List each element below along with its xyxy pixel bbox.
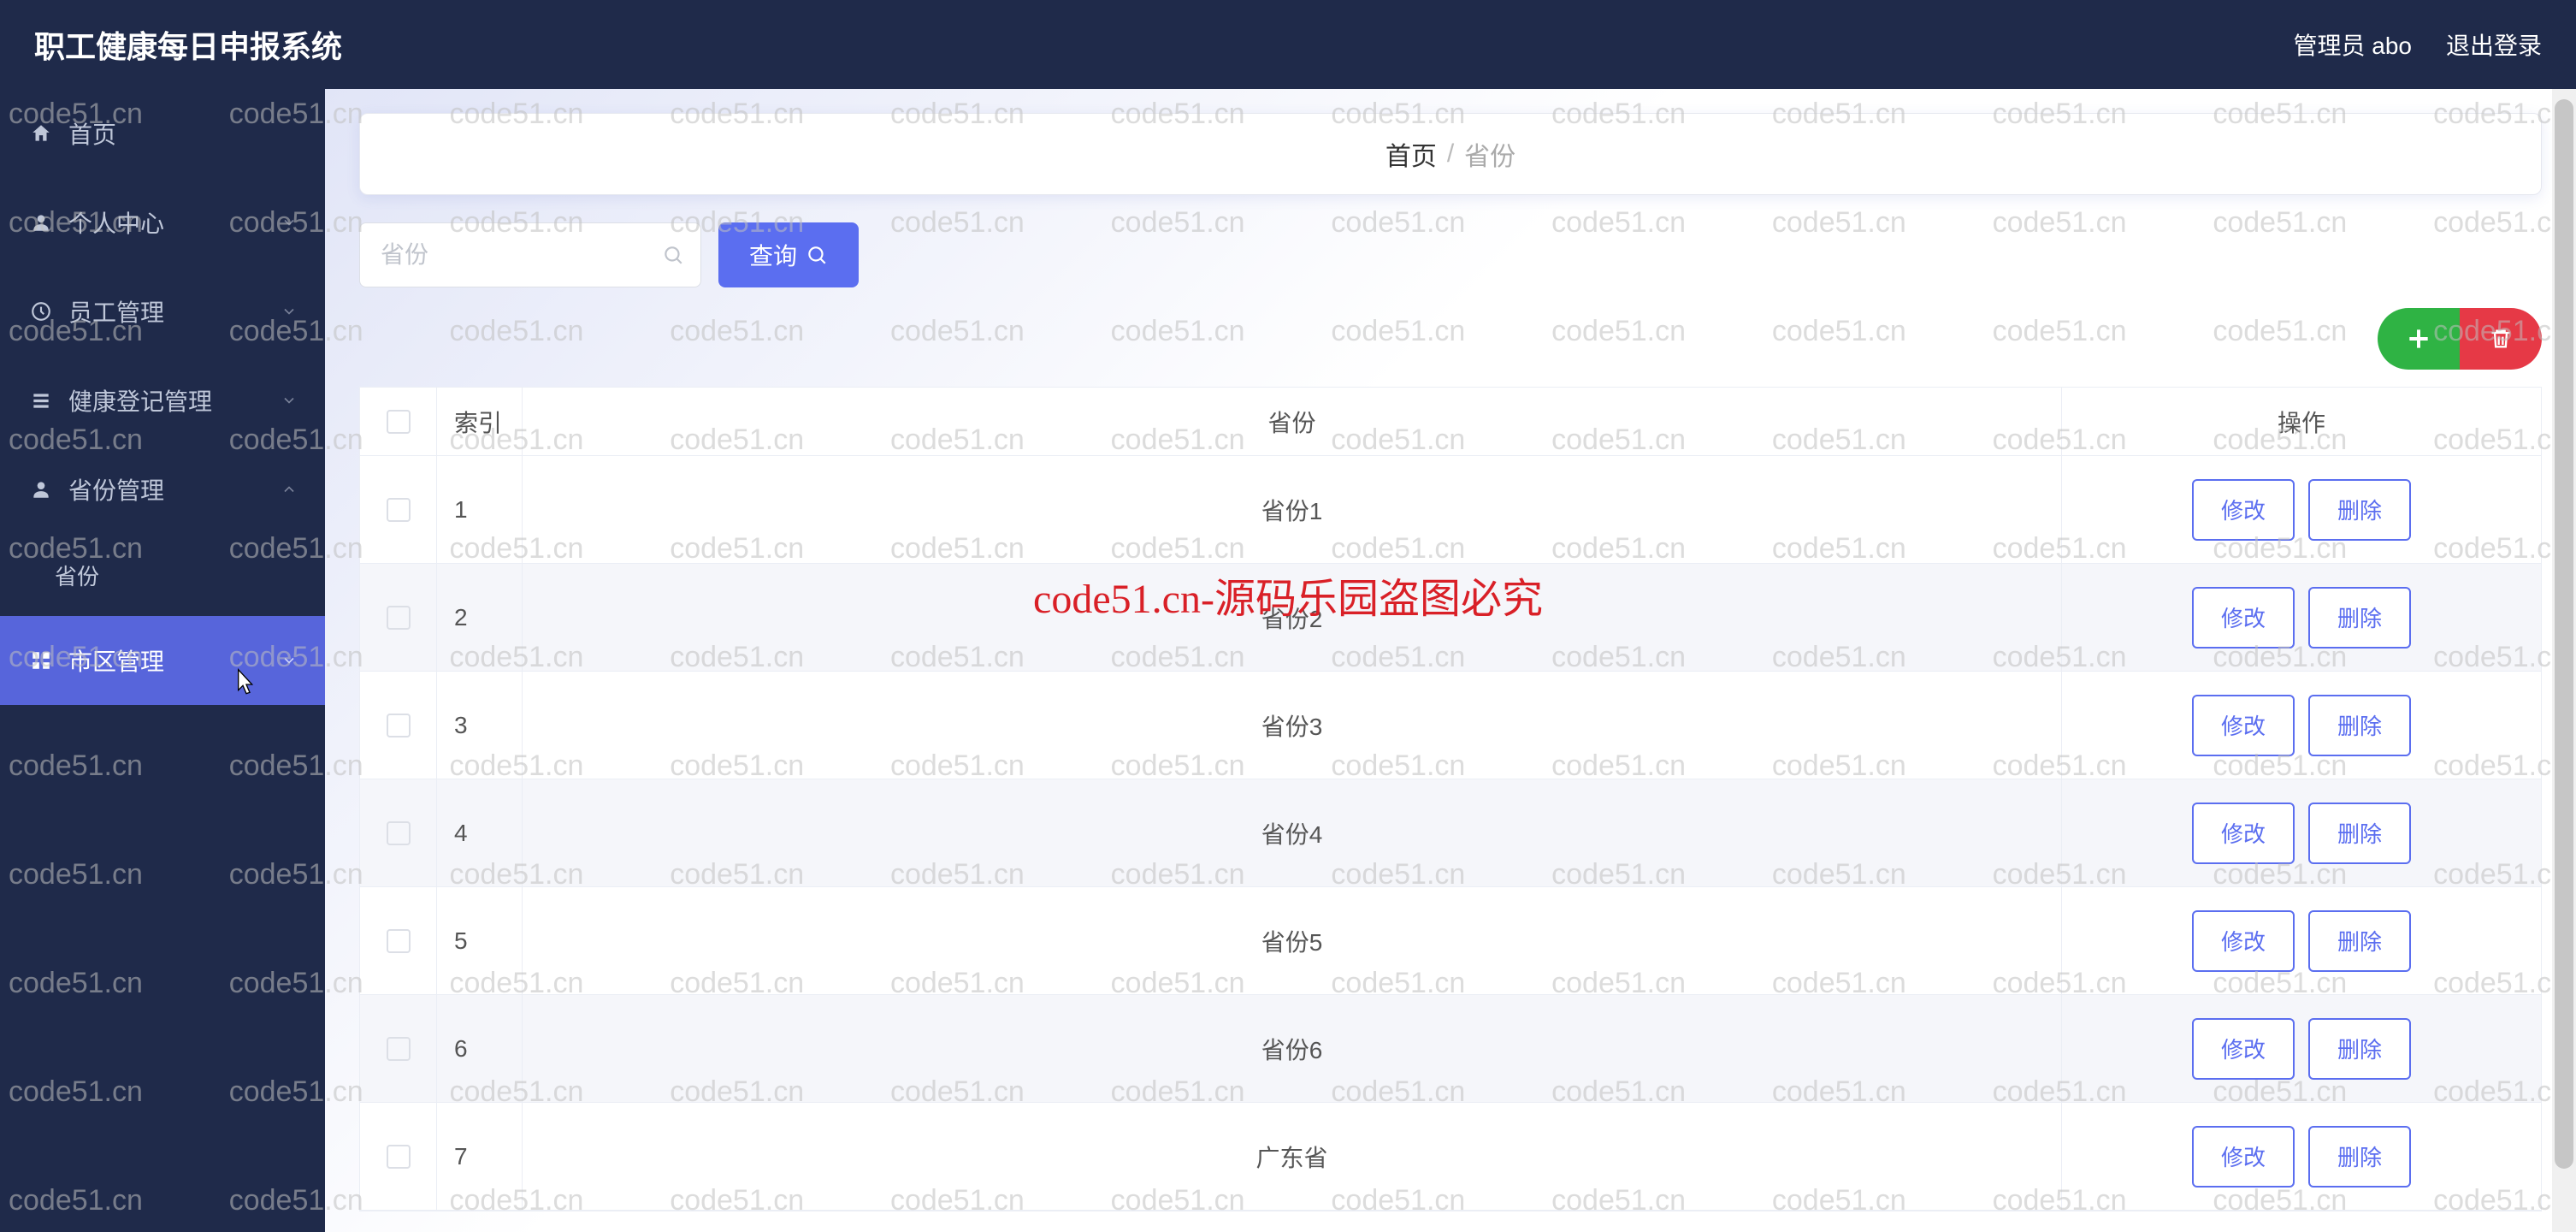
data-table: 索引 省份 操作 1 省份1 修改 删除 2 省份2 修改 删除 3 省份3 修… [359, 387, 2542, 1211]
table-row: 7 广东省 修改 删除 [360, 1103, 2541, 1211]
row-name: 省份2 [523, 564, 2062, 671]
table-row: 2 省份2 修改 删除 [360, 564, 2541, 672]
sidebar-item-home[interactable]: 首页 [0, 89, 325, 178]
row-checkbox[interactable] [387, 606, 411, 630]
sidebar-item-profile[interactable]: 个人中心 [0, 178, 325, 267]
edit-button[interactable]: 修改 [2192, 587, 2295, 649]
table-header-row: 索引 省份 操作 [360, 388, 2541, 456]
row-checkbox[interactable] [387, 821, 411, 845]
row-name: 省份1 [523, 456, 2062, 563]
edit-button[interactable]: 修改 [2192, 479, 2295, 541]
row-name: 省份4 [523, 779, 2062, 886]
col-header-name: 省份 [523, 388, 2062, 455]
sidebar-sub-label: 省份 [55, 560, 99, 591]
sidebar-item-province[interactable]: 省份管理 [0, 445, 325, 534]
delete-button[interactable]: 删除 [2308, 1126, 2411, 1188]
sidebar-item-label: 个人中心 [68, 205, 164, 240]
sidebar-item-label: 健康登记管理 [68, 383, 212, 418]
user-icon [27, 478, 55, 500]
col-header-op: 操作 [2062, 405, 2541, 439]
row-index: 2 [437, 564, 523, 671]
row-index: 3 [437, 672, 523, 779]
row-checkbox[interactable] [387, 1145, 411, 1169]
main-content: 首页 / 省份 查询 [325, 89, 2576, 1232]
col-header-index: 索引 [437, 388, 523, 455]
home-icon [27, 122, 55, 145]
query-button-label: 查询 [749, 238, 797, 272]
breadcrumb-current: 省份 [1464, 135, 1515, 173]
search-input[interactable] [359, 222, 701, 287]
table-row: 4 省份4 修改 删除 [360, 779, 2541, 887]
delete-button[interactable]: 删除 [2308, 587, 2411, 649]
query-button[interactable]: 查询 [718, 222, 859, 287]
row-index: 7 [437, 1103, 523, 1210]
row-checkbox[interactable] [387, 714, 411, 737]
app-title: 职工健康每日申报系统 [34, 22, 342, 67]
edit-button[interactable]: 修改 [2192, 910, 2295, 972]
vertical-scrollbar[interactable] [2552, 89, 2576, 1232]
row-checkbox[interactable] [387, 1037, 411, 1061]
edit-button[interactable]: 修改 [2192, 695, 2295, 756]
chevron-up-icon [281, 481, 298, 498]
chevron-down-icon [281, 392, 298, 409]
sidebar-item-label: 首页 [68, 116, 116, 151]
search-input-wrap [359, 222, 701, 287]
table-row: 3 省份3 修改 删除 [360, 672, 2541, 779]
sidebar-item-label: 省份管理 [68, 472, 164, 506]
delete-button[interactable]: 删除 [2308, 479, 2411, 541]
sidebar-sub-province[interactable]: 省份 [0, 534, 325, 616]
add-button[interactable] [2378, 308, 2460, 370]
breadcrumb: 首页 / 省份 [359, 113, 2542, 195]
edit-button[interactable]: 修改 [2192, 1018, 2295, 1080]
row-index: 1 [437, 456, 523, 563]
chevron-down-icon [281, 303, 298, 320]
delete-button[interactable]: 删除 [2308, 1018, 2411, 1080]
app-header: 职工健康每日申报系统 管理员 abo 退出登录 [0, 0, 2576, 89]
list-icon [27, 389, 55, 412]
search-icon [806, 244, 828, 266]
breadcrumb-separator: / [1447, 139, 1454, 169]
checkbox-all[interactable] [387, 410, 411, 434]
sidebar-item-employee[interactable]: 员工管理 [0, 267, 325, 356]
trash-icon [2489, 327, 2513, 351]
user-icon [27, 211, 55, 234]
sidebar-item-label: 员工管理 [68, 294, 164, 329]
delete-button[interactable]: 删除 [2308, 910, 2411, 972]
plus-icon [2405, 325, 2432, 352]
sidebar-item-health[interactable]: 健康登记管理 [0, 356, 325, 445]
delete-button[interactable]: 删除 [2308, 803, 2411, 864]
row-checkbox[interactable] [387, 498, 411, 522]
table-row: 1 省份1 修改 删除 [360, 456, 2541, 564]
category-icon [27, 649, 55, 672]
chevron-down-icon [281, 652, 298, 669]
search-row: 查询 [359, 222, 2542, 287]
row-name: 省份6 [523, 995, 2062, 1102]
bulk-delete-button[interactable] [2460, 308, 2542, 370]
breadcrumb-home[interactable]: 首页 [1385, 135, 1437, 173]
sidebar: 首页 个人中心 员工管理 健康登记管理 [0, 89, 325, 1232]
row-name: 广东省 [523, 1103, 2062, 1210]
current-user-label[interactable]: 管理员 abo [2293, 27, 2412, 62]
row-name: 省份5 [523, 887, 2062, 994]
scrollbar-thumb[interactable] [2555, 99, 2573, 1169]
row-name: 省份3 [523, 672, 2062, 779]
sidebar-item-district[interactable]: 市区管理 [0, 616, 325, 705]
delete-button[interactable]: 删除 [2308, 695, 2411, 756]
table-row: 5 省份5 修改 删除 [360, 887, 2541, 995]
row-checkbox[interactable] [387, 929, 411, 953]
row-index: 5 [437, 887, 523, 994]
row-index: 4 [437, 779, 523, 886]
search-icon [662, 244, 684, 266]
edit-button[interactable]: 修改 [2192, 803, 2295, 864]
clock-icon [27, 300, 55, 323]
chevron-down-icon [281, 214, 298, 231]
table-row: 6 省份6 修改 删除 [360, 995, 2541, 1103]
bulk-action-row [359, 308, 2542, 370]
header-right: 管理员 abo 退出登录 [2293, 27, 2542, 62]
row-index: 6 [437, 995, 523, 1102]
edit-button[interactable]: 修改 [2192, 1126, 2295, 1188]
logout-link[interactable]: 退出登录 [2446, 27, 2542, 62]
sidebar-item-label: 市区管理 [68, 643, 164, 678]
